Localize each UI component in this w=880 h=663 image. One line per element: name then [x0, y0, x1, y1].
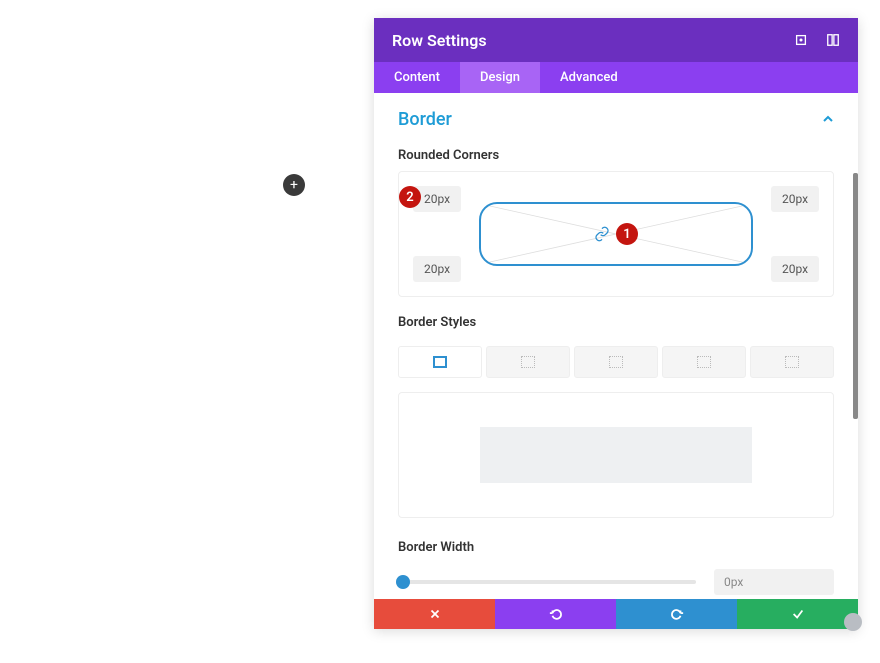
ghost-square-icon: [609, 356, 623, 368]
rounded-corners-control: 2 20px 20px 20px 20px 1: [398, 171, 834, 297]
row-settings-panel: Row Settings Content Design Advanced Bor…: [374, 18, 858, 629]
tab-content[interactable]: Content: [374, 62, 460, 93]
undo-button[interactable]: [495, 599, 616, 629]
border-width-value[interactable]: 0px: [714, 569, 834, 595]
add-section-button[interactable]: +: [283, 174, 305, 196]
corner-input-bottom-right[interactable]: 20px: [771, 256, 819, 282]
header-actions: [794, 33, 840, 47]
redo-button[interactable]: [616, 599, 737, 629]
tab-advanced[interactable]: Advanced: [540, 62, 638, 93]
style-option-4[interactable]: [662, 346, 746, 378]
section-title: Border: [398, 109, 452, 130]
panel-footer: [374, 599, 858, 629]
ghost-square-icon: [521, 356, 535, 368]
expand-icon[interactable]: [794, 33, 808, 47]
slider-thumb[interactable]: [396, 575, 410, 589]
border-styles-label: Border Styles: [374, 297, 858, 338]
style-option-3[interactable]: [574, 346, 658, 378]
style-option-solid[interactable]: [398, 346, 482, 378]
redo-icon: [670, 607, 684, 621]
solid-square-icon: [433, 356, 447, 368]
border-width-slider[interactable]: [398, 580, 696, 584]
corner-preview: 1: [479, 202, 753, 266]
link-icon[interactable]: [594, 226, 610, 242]
annotation-marker-1: 1: [616, 223, 638, 245]
ghost-square-icon: [697, 356, 711, 368]
style-option-5[interactable]: [750, 346, 834, 378]
save-button[interactable]: [737, 599, 858, 629]
layout-icon[interactable]: [826, 33, 840, 47]
border-color-label: Border Color: [374, 595, 858, 599]
tabs: Content Design Advanced: [374, 62, 858, 93]
chevron-up-icon[interactable]: [822, 110, 834, 129]
link-corners-wrap: 1: [594, 223, 638, 245]
annotation-marker-2: 2: [399, 186, 421, 208]
panel-body: Border Rounded Corners 2 20px 20px 20px …: [374, 93, 858, 599]
check-icon: [791, 607, 805, 621]
border-style-options: [398, 346, 834, 378]
corner-input-top-right[interactable]: 20px: [771, 186, 819, 212]
cancel-button[interactable]: [374, 599, 495, 629]
border-width-label: Border Width: [374, 518, 858, 563]
style-option-2[interactable]: [486, 346, 570, 378]
border-style-preview-inner: [480, 427, 752, 483]
rounded-corners-label: Rounded Corners: [374, 140, 858, 171]
corner-input-bottom-left[interactable]: 20px: [413, 256, 461, 282]
close-icon: [428, 607, 442, 621]
section-border-header: Border: [374, 93, 858, 140]
panel-header: Row Settings: [374, 18, 858, 62]
ghost-square-icon: [785, 356, 799, 368]
panel-title: Row Settings: [392, 31, 794, 50]
border-style-preview: [398, 392, 834, 518]
tab-design[interactable]: Design: [460, 62, 540, 93]
floating-action-icon[interactable]: [844, 613, 862, 631]
scrollbar[interactable]: [853, 173, 858, 419]
border-width-control: 0px: [398, 569, 834, 595]
undo-icon: [549, 607, 563, 621]
